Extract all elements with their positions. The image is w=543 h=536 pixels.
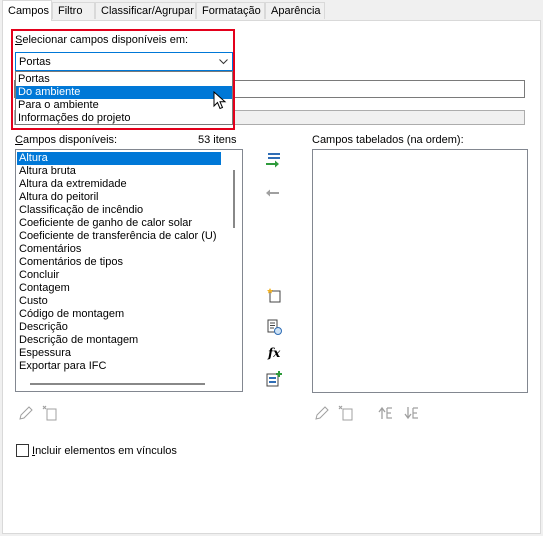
horizontal-scrollbar-thumb[interactable] — [30, 383, 205, 385]
vertical-scrollbar-thumb[interactable] — [233, 170, 235, 228]
available-fields-label: Campos disponíveis: — [15, 134, 118, 146]
available-field-item[interactable]: Descrição — [17, 321, 221, 334]
tab-bar: Campos Filtro Classificar/Agrupar Format… — [0, 0, 543, 21]
available-fields-list[interactable]: Altura Altura bruta Altura da extremidade A… — [15, 149, 243, 392]
highlight-frame — [11, 29, 235, 130]
available-field-item[interactable]: Comentários de tipos — [17, 256, 221, 269]
available-field-item[interactable]: Coeficiente de transferência de calor (U… — [17, 230, 221, 243]
delete-scheduled-icon[interactable] — [338, 405, 354, 421]
new-parameter-icon[interactable] — [266, 287, 282, 303]
scheduled-fields-list[interactable] — [312, 149, 528, 393]
available-field-item[interactable]: Exportar para IFC — [17, 360, 221, 373]
available-field-item[interactable]: Altura do peitoril — [17, 191, 221, 204]
available-field-item[interactable]: Altura bruta — [17, 165, 221, 178]
tab-formatacao[interactable]: Formatação — [196, 2, 265, 19]
available-field-item[interactable]: Comentários — [17, 243, 221, 256]
tab-filtro[interactable]: Filtro — [52, 2, 95, 19]
available-field-item[interactable]: Classificação de incêndio — [17, 204, 221, 217]
available-field-item[interactable]: Custo — [17, 295, 221, 308]
include-links-label: Incluir elementos em vínculos — [32, 445, 177, 457]
include-links-checkbox[interactable] — [16, 444, 29, 457]
combine-parameters-icon[interactable] — [266, 371, 282, 387]
tab-classificar-agrupar[interactable]: Classificar/Agrupar — [95, 2, 196, 19]
available-field-item[interactable]: Espessura — [17, 347, 221, 360]
available-field-item[interactable]: Contagem — [17, 282, 221, 295]
edit-icon[interactable] — [18, 405, 34, 421]
move-up-icon[interactable] — [377, 405, 393, 421]
mouse-cursor-icon — [213, 91, 227, 110]
available-field-item[interactable]: Altura — [17, 152, 221, 165]
move-down-icon[interactable] — [403, 405, 419, 421]
calculated-value-icon[interactable]: fx — [268, 346, 280, 360]
tab-aparencia[interactable]: Aparência — [265, 2, 325, 19]
available-fields-items: Altura Altura bruta Altura da extremidade A… — [17, 152, 225, 376]
available-field-item[interactable]: Código de montagem — [17, 308, 221, 321]
available-field-item[interactable]: Concluir — [17, 269, 221, 282]
scheduled-fields-label: Campos tabelados (na ordem): — [312, 134, 464, 146]
tab-campos[interactable]: Campos — [2, 0, 52, 21]
add-field-icon[interactable] — [265, 152, 281, 168]
edit-parameter-icon[interactable] — [266, 319, 282, 335]
available-field-item[interactable]: Altura da extremidade — [17, 178, 221, 191]
remove-field-icon[interactable] — [265, 185, 281, 201]
delete-icon[interactable] — [42, 405, 58, 421]
available-field-item[interactable]: Coeficiente de ganho de calor solar — [17, 217, 221, 230]
available-fields-count: 53 itens — [198, 134, 237, 146]
available-field-item[interactable]: Descrição de montagem — [17, 334, 221, 347]
edit-scheduled-icon[interactable] — [314, 405, 330, 421]
